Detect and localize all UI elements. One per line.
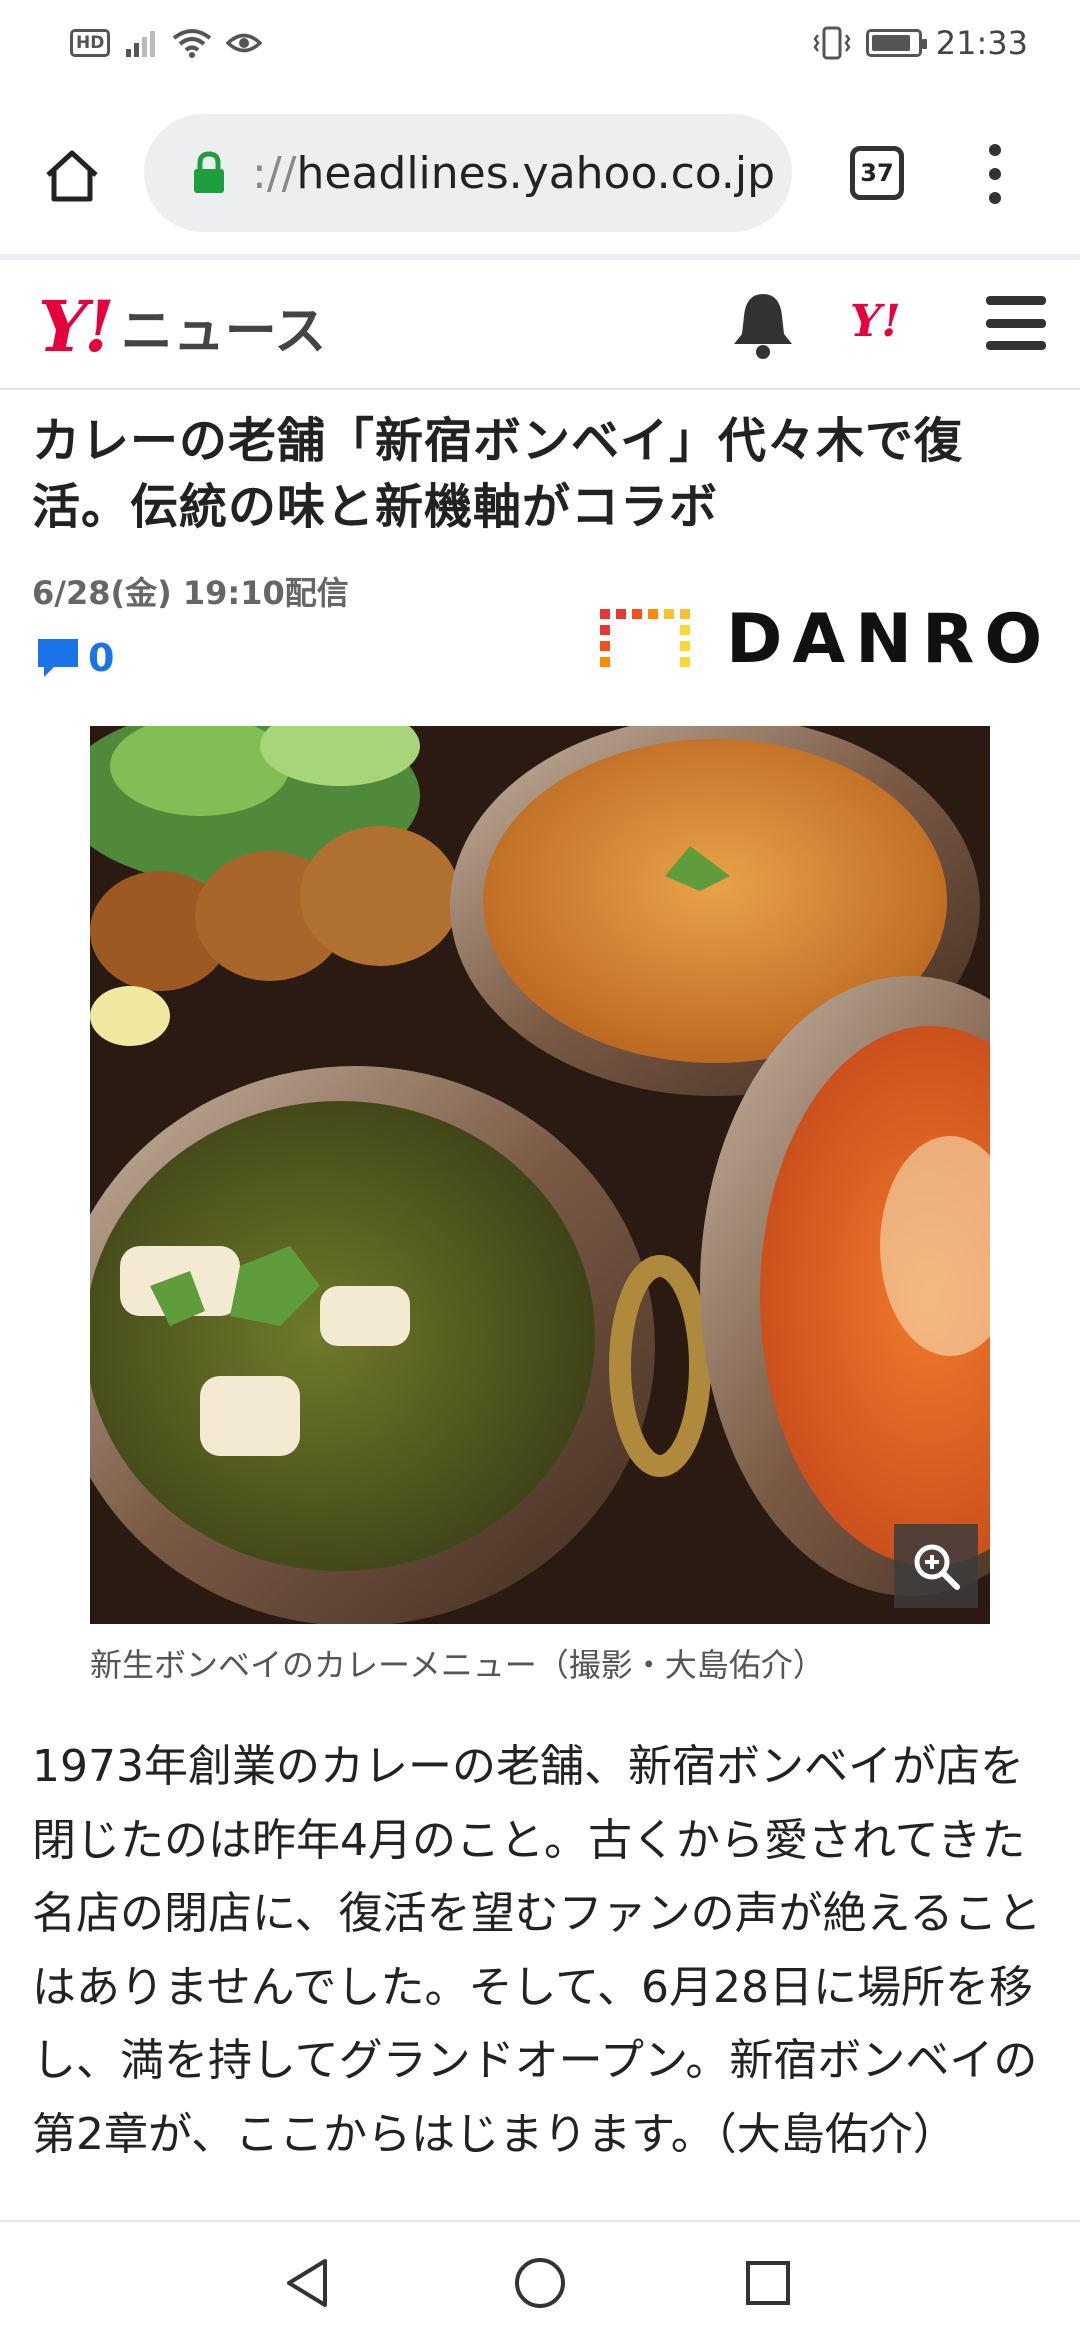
recents-button[interactable] bbox=[733, 2248, 803, 2318]
publish-date: 6/28(金) 19:10配信 bbox=[32, 574, 349, 612]
back-button[interactable] bbox=[272, 2248, 342, 2318]
comment-count: 0 bbox=[88, 636, 115, 680]
menu-dot bbox=[989, 144, 1001, 156]
hamburger-icon[interactable] bbox=[986, 296, 1046, 350]
danro-mark-icon bbox=[600, 608, 690, 667]
eye-icon bbox=[226, 33, 263, 53]
article-headline: カレーの老舗「新宿ボンベイ」代々木で復活。伝統の味と新機軸がコラボ bbox=[32, 413, 964, 535]
url-host: headlines.yahoo.co.jp bbox=[296, 147, 776, 199]
browser-menu-button[interactable] bbox=[980, 144, 1010, 204]
bell-icon[interactable] bbox=[730, 290, 796, 360]
yahoo-news-logo[interactable]: Y! ニュース bbox=[38, 284, 327, 368]
back-triangle-icon bbox=[287, 2259, 327, 2307]
vibrate-icon bbox=[813, 26, 851, 60]
yahoo-home-icon[interactable]: Y! bbox=[850, 296, 901, 347]
recents-square-icon bbox=[746, 2261, 790, 2305]
url-text: ://headlines.yahoo.co.jp bbox=[252, 148, 775, 199]
signal-icon bbox=[126, 31, 156, 57]
news-logo-text: ニュース bbox=[120, 301, 327, 362]
site-header: Y! ニュース Y! bbox=[0, 262, 1080, 390]
comment-link[interactable]: 0 bbox=[36, 636, 114, 680]
address-bar[interactable]: ://headlines.yahoo.co.jp bbox=[144, 114, 792, 232]
home-circle-icon bbox=[515, 2258, 565, 2308]
home-button[interactable] bbox=[36, 140, 108, 212]
comment-icon bbox=[38, 639, 78, 677]
status-right-icons: 21:33 bbox=[812, 24, 1028, 62]
article-photo[interactable] bbox=[90, 726, 990, 1624]
photo-caption: 新生ボンベイのカレーメニュー（撮影・大島佑介） bbox=[90, 1646, 825, 1684]
zoom-in-icon bbox=[914, 1544, 960, 1590]
status-left-icons: HD bbox=[70, 28, 263, 58]
browser-toolbar: ://headlines.yahoo.co.jp 37 bbox=[0, 90, 1080, 260]
menu-dot bbox=[989, 168, 1001, 180]
lock-icon bbox=[192, 149, 232, 197]
zoom-button[interactable] bbox=[894, 1524, 978, 1608]
system-nav-bar bbox=[0, 2220, 1080, 2340]
url-scheme: :// bbox=[252, 147, 297, 199]
clock: 21:33 bbox=[935, 24, 1028, 62]
publisher-name: DANRO bbox=[726, 600, 1053, 679]
home-icon bbox=[46, 150, 98, 202]
wifi-icon bbox=[173, 29, 212, 58]
home-nav-button[interactable] bbox=[505, 2248, 575, 2318]
publisher-logo[interactable]: DANRO bbox=[600, 600, 1052, 679]
hd-badge: HD bbox=[70, 29, 111, 57]
status-bar: HD 21:33 bbox=[0, 0, 1080, 90]
tab-switcher-button[interactable]: 37 bbox=[850, 146, 904, 200]
curry-photo-image bbox=[90, 726, 990, 1624]
article-body: 1973年創業のカレーの老舗、新宿ボンベイが店を閉じたのは昨年4月のこと。古くか… bbox=[32, 1741, 1042, 2160]
battery-icon bbox=[865, 29, 927, 57]
menu-dot bbox=[989, 192, 1001, 204]
yahoo-logo-mark: Y! bbox=[38, 284, 115, 368]
